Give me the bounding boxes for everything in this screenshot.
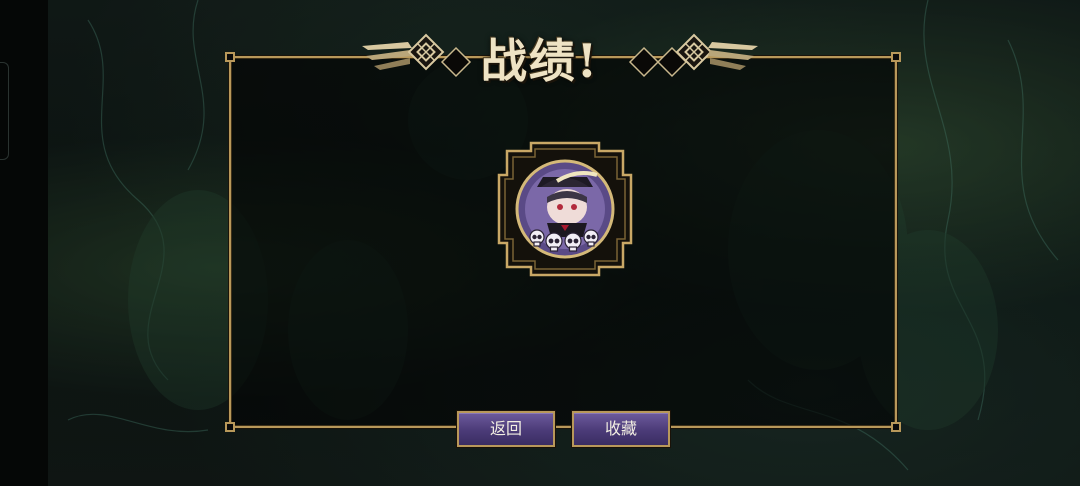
side-tab-indicator bbox=[0, 62, 9, 160]
back-button[interactable]: 返回 bbox=[457, 411, 555, 447]
left-wing-icon bbox=[362, 42, 412, 70]
left-knot-icon bbox=[407, 33, 445, 71]
panel-corner-ornament bbox=[891, 52, 901, 62]
favorite-button[interactable]: 收藏 bbox=[572, 411, 670, 447]
right-wing-icon bbox=[708, 42, 758, 70]
game-screen: 战绩! 返回 收藏 bbox=[0, 0, 1080, 486]
title-banner: 战绩! bbox=[360, 26, 760, 96]
character-emblem[interactable] bbox=[497, 141, 633, 277]
page-title: 战绩! bbox=[480, 34, 600, 88]
panel-corner-ornament bbox=[891, 422, 901, 432]
panel-corner-ornament bbox=[225, 52, 235, 62]
panel-corner-ornament bbox=[225, 422, 235, 432]
screen-left-edge bbox=[0, 0, 48, 486]
